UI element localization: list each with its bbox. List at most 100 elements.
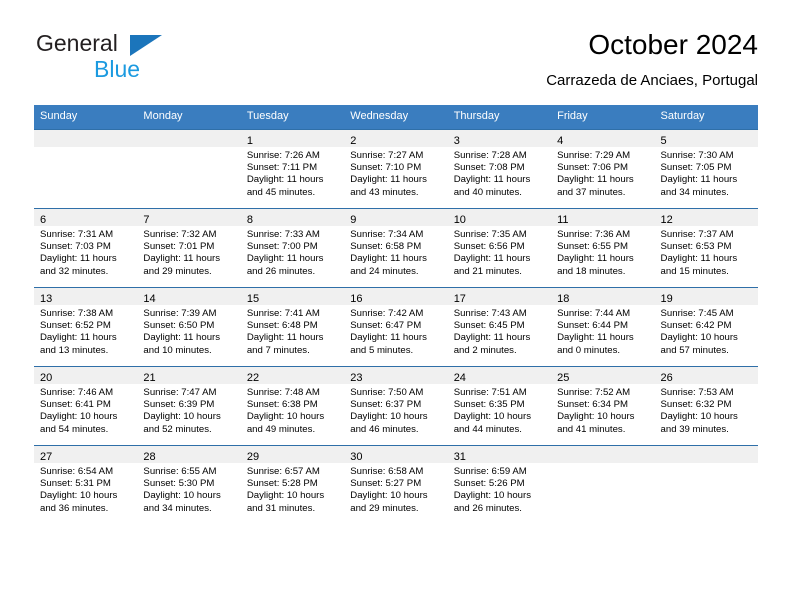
daylight-text-line1: Daylight: 11 hours — [557, 332, 634, 344]
sunrise-text: Sunrise: 7:42 AM — [350, 308, 424, 319]
day-cell-content: 24 Sunrise: 7:51 AM Sunset: 6:35 PM Dayligh… — [447, 367, 552, 445]
calendar-day-cell[interactable]: 9 Sunrise: 7:34 AM Sunset: 6:58 PM Daylight… — [344, 208, 448, 288]
calendar-day-cell[interactable]: 6 Sunrise: 7:31 AM Sunset: 7:03 PM Daylight… — [34, 208, 138, 288]
daylight-text-line2: and 54 minutes. — [40, 423, 109, 435]
sunrise-text: Sunrise: 7:35 AM — [453, 229, 527, 240]
daylight-text-line2: and 29 minutes. — [143, 265, 212, 277]
sunset-text: Sunset: 5:28 PM — [246, 478, 318, 490]
daylight-text-line1: Daylight: 11 hours — [453, 174, 531, 186]
calendar-day-cell[interactable]: 10 Sunrise: 7:35 AM Sunset: 6:56 PM Dayligh… — [447, 208, 552, 288]
day-number-band — [551, 446, 655, 463]
calendar-day-cell[interactable]: 7 Sunrise: 7:32 AM Sunset: 7:01 PM Daylight… — [137, 208, 241, 288]
calendar-day-cell[interactable]: 14 Sunrise: 7:39 AM Sunset: 6:50 PM Dayligh… — [137, 287, 241, 367]
day-number-band: 23 — [344, 367, 448, 384]
day-cell-content: 11 Sunrise: 7:36 AM Sunset: 6:55 PM Dayligh… — [551, 209, 655, 287]
daylight-text-line2: and 2 minutes. — [453, 344, 517, 356]
day-cell-content: 31 Sunrise: 6:59 AM Sunset: 5:26 PM Dayligh… — [447, 446, 552, 524]
sunset-text: Sunset: 6:55 PM — [557, 241, 629, 253]
day-number: 17 — [453, 293, 466, 305]
daylight-text-line1: Daylight: 11 hours — [246, 253, 324, 265]
calendar-day-cell[interactable]: 24 Sunrise: 7:51 AM Sunset: 6:35 PM Dayligh… — [447, 366, 552, 446]
daylight-text-line2: and 52 minutes. — [143, 423, 212, 435]
sunrise-text: Sunrise: 7:27 AM — [350, 150, 424, 161]
calendar-week-row: 13 Sunrise: 7:38 AM Sunset: 6:52 PM Dayligh… — [34, 287, 758, 367]
day-cell-content — [654, 446, 758, 524]
calendar-day-cell[interactable]: 23 Sunrise: 7:50 AM Sunset: 6:37 PM Dayligh… — [344, 366, 448, 446]
calendar-day-cell[interactable]: 21 Sunrise: 7:47 AM Sunset: 6:39 PM Dayligh… — [137, 366, 241, 446]
calendar-day-cell[interactable]: 26 Sunrise: 7:53 AM Sunset: 6:32 PM Dayligh… — [654, 366, 758, 446]
calendar-day-cell[interactable]: 22 Sunrise: 7:48 AM Sunset: 6:38 PM Dayligh… — [240, 366, 345, 446]
calendar-day-cell[interactable]: 28 Sunrise: 6:55 AM Sunset: 5:30 PM Dayligh… — [137, 445, 241, 524]
calendar-day-cell[interactable]: 18 Sunrise: 7:44 AM Sunset: 6:44 PM Dayligh… — [551, 287, 655, 367]
day-cell-content: 8 Sunrise: 7:33 AM Sunset: 7:00 PM Daylight… — [240, 209, 345, 287]
daylight-text-line1: Daylight: 11 hours — [350, 253, 427, 265]
day-number-band: 27 — [34, 446, 138, 463]
calendar-day-cell[interactable]: 17 Sunrise: 7:43 AM Sunset: 6:45 PM Dayligh… — [447, 287, 552, 367]
day-cell-content: 1 Sunrise: 7:26 AM Sunset: 7:11 PM Daylight… — [240, 130, 345, 208]
day-number-band: 19 — [654, 288, 758, 305]
day-number: 16 — [350, 293, 363, 305]
calendar-day-cell[interactable]: 27 Sunrise: 6:54 AM Sunset: 5:31 PM Dayligh… — [34, 445, 138, 524]
day-info: Sunrise: 7:41 AM Sunset: 6:48 PM Daylight:… — [241, 305, 344, 357]
calendar-day-cell[interactable]: 8 Sunrise: 7:33 AM Sunset: 7:00 PM Daylight… — [240, 208, 345, 288]
sunset-text: Sunset: 7:05 PM — [660, 162, 732, 174]
calendar-day-cell[interactable]: 12 Sunrise: 7:37 AM Sunset: 6:53 PM Dayligh… — [654, 208, 758, 288]
calendar-day-cell[interactable]: 31 Sunrise: 6:59 AM Sunset: 5:26 PM Dayligh… — [447, 445, 552, 524]
day-info — [34, 147, 137, 150]
general-blue-logo[interactable]: General Blue — [34, 28, 284, 88]
day-cell-content: 28 Sunrise: 6:55 AM Sunset: 5:30 PM Dayligh… — [137, 446, 241, 524]
sunrise-text: Sunrise: 7:47 AM — [143, 387, 217, 398]
calendar-day-cell[interactable]: 20 Sunrise: 7:46 AM Sunset: 6:41 PM Dayligh… — [34, 366, 138, 446]
calendar-day-cell[interactable]: 16 Sunrise: 7:42 AM Sunset: 6:47 PM Dayligh… — [344, 287, 448, 367]
daylight-text-line1: Daylight: 11 hours — [350, 332, 427, 344]
day-info: Sunrise: 7:36 AM Sunset: 6:55 PM Daylight:… — [551, 226, 654, 278]
calendar-day-cell[interactable]: 2 Sunrise: 7:27 AM Sunset: 7:10 PM Daylight… — [344, 129, 448, 209]
calendar-day-cell[interactable]: 15 Sunrise: 7:41 AM Sunset: 6:48 PM Dayligh… — [240, 287, 345, 367]
calendar-week-row: 27 Sunrise: 6:54 AM Sunset: 5:31 PM Dayligh… — [34, 445, 758, 524]
day-info — [551, 463, 654, 466]
day-info: Sunrise: 7:26 AM Sunset: 7:11 PM Daylight:… — [241, 147, 344, 199]
calendar-day-cell[interactable]: 11 Sunrise: 7:36 AM Sunset: 6:55 PM Dayligh… — [551, 208, 655, 288]
calendar-day-cell[interactable]: 19 Sunrise: 7:45 AM Sunset: 6:42 PM Dayligh… — [654, 287, 758, 367]
daylight-text-line2: and 45 minutes. — [246, 186, 316, 198]
day-info: Sunrise: 7:29 AM Sunset: 7:06 PM Daylight:… — [551, 147, 654, 199]
day-cell-content — [137, 130, 241, 208]
calendar-day-cell[interactable]: 25 Sunrise: 7:52 AM Sunset: 6:34 PM Dayligh… — [551, 366, 655, 446]
calendar-day-cell[interactable]: 4 Sunrise: 7:29 AM Sunset: 7:06 PM Daylight… — [551, 129, 655, 209]
day-number: 8 — [246, 214, 253, 226]
day-number-band: 1 — [240, 130, 345, 147]
day-number-band: 22 — [240, 367, 345, 384]
calendar-day-cell[interactable]: 29 Sunrise: 6:57 AM Sunset: 5:28 PM Dayligh… — [240, 445, 345, 524]
day-cell-content: 10 Sunrise: 7:35 AM Sunset: 6:56 PM Dayligh… — [447, 209, 552, 287]
weekday-header-friday: Friday — [551, 105, 655, 130]
sunrise-text: Sunrise: 6:55 AM — [143, 466, 217, 477]
daylight-text-line2: and 31 minutes. — [246, 502, 316, 514]
daylight-text-line2: and 5 minutes. — [350, 344, 414, 356]
calendar-day-cell[interactable]: 1 Sunrise: 7:26 AM Sunset: 7:11 PM Daylight… — [240, 129, 345, 209]
daylight-text-line1: Daylight: 10 hours — [143, 411, 221, 423]
calendar-day-cell[interactable] — [654, 445, 758, 524]
daylight-text-line2: and 26 minutes. — [246, 265, 316, 277]
daylight-text-line1: Daylight: 10 hours — [143, 490, 221, 502]
calendar-day-cell[interactable]: 3 Sunrise: 7:28 AM Sunset: 7:08 PM Daylight… — [447, 129, 552, 209]
day-info: Sunrise: 6:57 AM Sunset: 5:28 PM Daylight:… — [241, 463, 344, 515]
calendar-day-cell[interactable] — [34, 129, 138, 209]
day-info: Sunrise: 7:38 AM Sunset: 6:52 PM Daylight:… — [34, 305, 137, 357]
calendar-day-cell[interactable]: 13 Sunrise: 7:38 AM Sunset: 6:52 PM Dayligh… — [34, 287, 138, 367]
daylight-text-line2: and 29 minutes. — [350, 502, 419, 514]
day-number-band: 14 — [137, 288, 241, 305]
day-info: Sunrise: 7:43 AM Sunset: 6:45 PM Daylight:… — [448, 305, 551, 357]
calendar-day-cell[interactable] — [137, 129, 241, 209]
calendar-day-cell[interactable] — [551, 445, 655, 524]
day-number-band: 12 — [654, 209, 758, 226]
day-number: 14 — [143, 293, 156, 305]
calendar-day-cell[interactable]: 5 Sunrise: 7:30 AM Sunset: 7:05 PM Daylight… — [654, 129, 758, 209]
calendar-day-cell[interactable]: 30 Sunrise: 6:58 AM Sunset: 5:27 PM Dayligh… — [344, 445, 448, 524]
sunrise-text: Sunrise: 7:38 AM — [40, 308, 114, 319]
calendar-header-row: Sunday Monday Tuesday Wednesday Thursday… — [34, 105, 758, 130]
daylight-text-line2: and 37 minutes. — [557, 186, 626, 198]
weekday-header-saturday: Saturday — [654, 105, 758, 130]
daylight-text-line1: Daylight: 11 hours — [557, 253, 634, 265]
day-cell-content: 29 Sunrise: 6:57 AM Sunset: 5:28 PM Dayligh… — [240, 446, 345, 524]
day-cell-content: 27 Sunrise: 6:54 AM Sunset: 5:31 PM Dayligh… — [34, 446, 138, 524]
